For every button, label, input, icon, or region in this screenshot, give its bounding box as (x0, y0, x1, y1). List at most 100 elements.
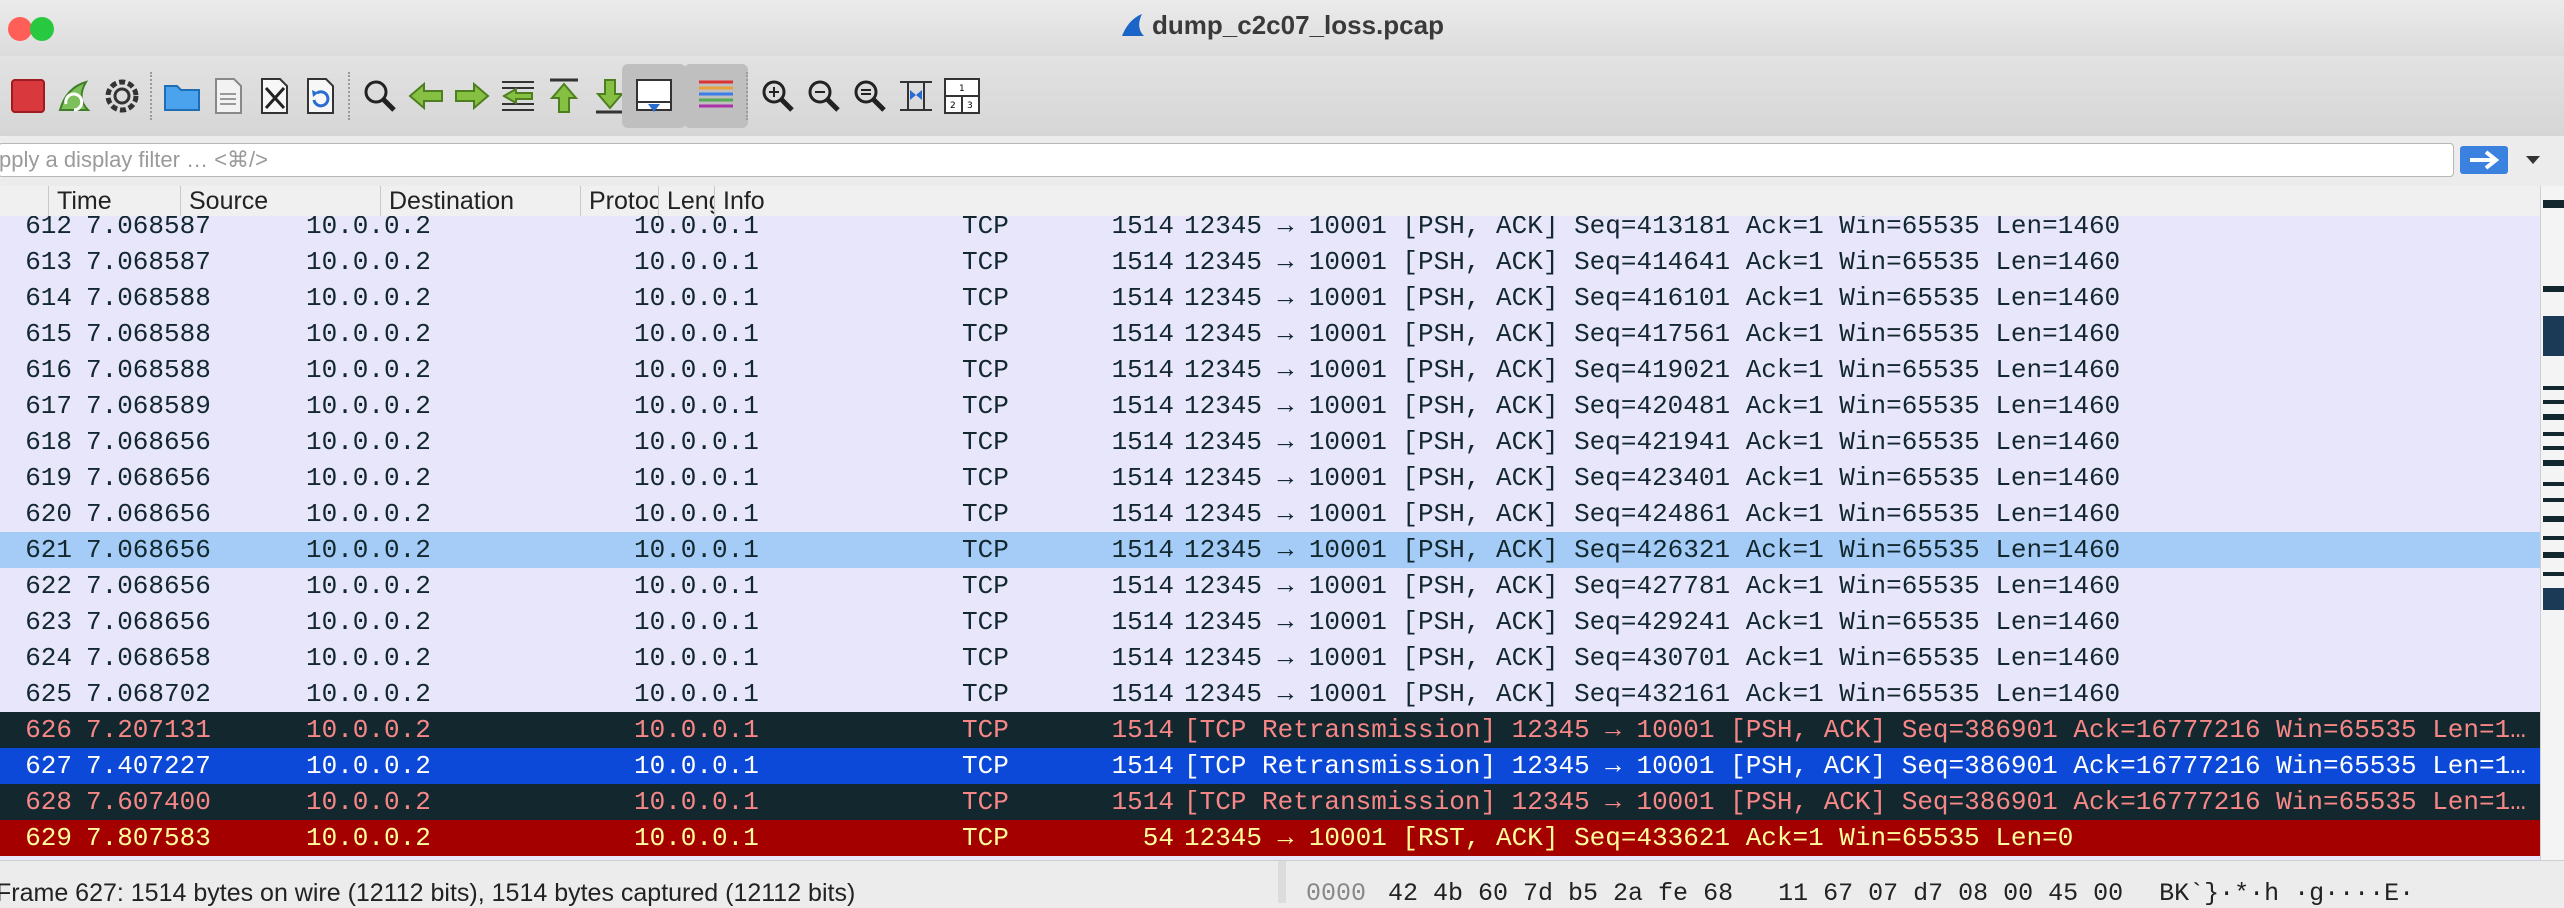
packet-bytes-line[interactable]: 0000 42 4b 60 7d b5 2a fe 68 11 67 07 d7 … (1306, 879, 2414, 908)
packet-destination-cell: 10.0.0.1 (634, 283, 759, 313)
packet-protocol-cell: TCP (962, 283, 1009, 313)
packet-row[interactable]: 619 7.068656 10.0.0.2 10.0.0.1 TCP 1514 12345 … (0, 460, 2540, 496)
packet-row[interactable]: 621 7.068656 10.0.0.2 10.0.0.1 TCP 1514 12345 … (0, 532, 2540, 568)
packet-row[interactable]: 615 7.068588 10.0.0.2 10.0.0.1 TCP 1514 12345 … (0, 316, 2540, 352)
auto-scroll-icon (636, 79, 672, 112)
status-bar: Frame 627: 1514 bytes on wire (12112 bit… (0, 860, 2564, 908)
packet-time-cell: 7.068587 (86, 216, 211, 241)
packet-row[interactable]: 612 7.068587 10.0.0.2 10.0.0.1 TCP 1514 12345 … (0, 216, 2540, 244)
packet-protocol-cell: TCP (962, 355, 1009, 385)
packet-row[interactable]: 616 7.068588 10.0.0.2 10.0.0.1 TCP 1514 12345 … (0, 352, 2540, 388)
packet-destination-cell: 10.0.0.1 (634, 679, 759, 709)
packet-no-cell: 624 (25, 643, 72, 673)
reload-file-button[interactable] (288, 64, 352, 128)
window-title-wrap: dump_c2c07_loss.pcap (0, 10, 2564, 41)
packet-row[interactable]: 620 7.068656 10.0.0.2 10.0.0.1 TCP 1514 12345 … (0, 496, 2540, 532)
packet-protocol-cell: TCP (962, 715, 1009, 745)
column-header-info[interactable]: Info (714, 186, 2540, 216)
packet-row[interactable]: 623 7.068656 10.0.0.2 10.0.0.1 TCP 1514 12345 … (0, 604, 2540, 640)
packet-source-cell: 10.0.0.2 (306, 751, 431, 781)
packet-destination-cell: 10.0.0.1 (634, 715, 759, 745)
packet-no-cell: 620 (25, 499, 72, 529)
packet-length-cell: 1514 (1111, 787, 1174, 817)
packet-row[interactable]: 629 7.807583 10.0.0.2 10.0.0.1 TCP 54 12345 → … (0, 820, 2540, 856)
packet-protocol-cell: TCP (962, 751, 1009, 781)
packet-no-cell: 612 (25, 216, 72, 241)
packet-time-cell: 7.068588 (86, 319, 211, 349)
packet-time-cell: 7.068656 (86, 463, 211, 493)
packet-time-cell: 7.068588 (86, 355, 211, 385)
packet-row[interactable]: 625 7.068702 10.0.0.2 10.0.0.1 TCP 1514 12345 … (0, 676, 2540, 712)
packet-no-cell: 615 (25, 319, 72, 349)
packet-info-cell: [TCP Retransmission] 12345 → 10001 [PSH,… (1184, 787, 2526, 817)
packet-row[interactable]: 613 7.068587 10.0.0.2 10.0.0.1 TCP 1514 12345 … (0, 244, 2540, 280)
packet-row[interactable]: 622 7.068656 10.0.0.2 10.0.0.1 TCP 1514 12345 … (0, 568, 2540, 604)
packet-destination-cell: 10.0.0.1 (634, 319, 759, 349)
packet-destination-cell: 10.0.0.1 (634, 247, 759, 277)
packet-length-cell: 1514 (1111, 751, 1174, 781)
svg-text:2: 2 (950, 101, 956, 111)
colorize-button[interactable] (684, 64, 748, 128)
scroll-mark (2543, 498, 2564, 502)
packet-info-cell: 12345 → 10001 [PSH, ACK] Seq=419021 Ack=… (1184, 355, 2121, 385)
column-header-protocol[interactable]: Protocol (580, 186, 658, 216)
packet-row[interactable]: 614 7.068588 10.0.0.2 10.0.0.1 TCP 1514 12345 … (0, 280, 2540, 316)
packet-row[interactable]: 627 7.407227 10.0.0.2 10.0.0.1 TCP 1514 [TCP R… (0, 748, 2540, 784)
packet-row[interactable]: 617 7.068589 10.0.0.2 10.0.0.1 TCP 1514 12345 … (0, 388, 2540, 424)
packet-no-cell: 619 (25, 463, 72, 493)
packet-length-cell: 1514 (1111, 463, 1174, 493)
packet-row[interactable]: 626 7.207131 10.0.0.2 10.0.0.1 TCP 1514 [TCP R… (0, 712, 2540, 748)
pane-splitter[interactable] (1278, 861, 1286, 903)
packet-row[interactable]: 618 7.068656 10.0.0.2 10.0.0.1 TCP 1514 12345 … (0, 424, 2540, 460)
packet-source-cell: 10.0.0.2 (306, 643, 431, 673)
scroll-mark (2543, 446, 2564, 450)
packet-length-cell: 1514 (1111, 643, 1174, 673)
packet-info-cell: 12345 → 10001 [PSH, ACK] Seq=421941 Ack=… (1184, 427, 2121, 457)
packet-info-cell: 12345 → 10001 [PSH, ACK] Seq=416101 Ack=… (1184, 283, 2121, 313)
auto-scroll-button[interactable] (622, 64, 686, 128)
packet-info-cell: [TCP Retransmission] 12345 → 10001 [PSH,… (1184, 751, 2526, 781)
packet-time-cell: 7.068588 (86, 283, 211, 313)
apply-filter-button[interactable] (2460, 146, 2508, 174)
packet-info-cell: 12345 → 10001 [PSH, ACK] Seq=426321 Ack=… (1184, 535, 2121, 565)
packet-info-cell: 12345 → 10001 [RST, ACK] Seq=433621 Ack=… (1184, 823, 2074, 853)
gear-icon (105, 79, 139, 113)
packet-time-cell: 7.068656 (86, 535, 211, 565)
packet-length-cell: 1514 (1111, 391, 1174, 421)
packet-time-cell: 7.068656 (86, 607, 211, 637)
packet-time-cell: 7.607400 (86, 787, 211, 817)
packet-no-cell: 614 (25, 283, 72, 313)
column-header-length[interactable]: Length (658, 186, 714, 216)
packet-destination-cell: 10.0.0.1 (634, 787, 759, 817)
svg-text:1: 1 (959, 84, 965, 94)
packet-info-cell: 12345 → 10001 [PSH, ACK] Seq=427781 Ack=… (1184, 571, 2121, 601)
packet-length-cell: 1514 (1111, 679, 1174, 709)
filter-history-dropdown[interactable] (2518, 146, 2548, 174)
column-header-destination[interactable]: Destination (380, 186, 580, 216)
display-filter-input[interactable] (0, 143, 2454, 177)
packet-info-cell: 12345 → 10001 [PSH, ACK] Seq=413181 Ack=… (1184, 216, 2121, 241)
packet-source-cell: 10.0.0.2 (306, 823, 431, 853)
layout-button[interactable]: 12 3 (930, 64, 994, 128)
packet-list-scrollbar[interactable] (2540, 186, 2564, 860)
packet-details-summary[interactable]: Frame 627: 1514 bytes on wire (12112 bit… (0, 879, 855, 908)
packet-length-cell: 1514 (1111, 607, 1174, 637)
packet-destination-cell: 10.0.0.1 (634, 643, 759, 673)
packet-length-cell: 54 (1142, 823, 1174, 853)
packet-time-cell: 7.807583 (86, 823, 211, 853)
main-toolbar: 12 3 (0, 56, 2564, 136)
packet-row[interactable]: 624 7.068658 10.0.0.2 10.0.0.1 TCP 1514 12345 … (0, 640, 2540, 676)
column-header-no[interactable] (0, 186, 48, 216)
capture-options-button[interactable] (90, 64, 154, 128)
packet-protocol-cell: TCP (962, 823, 1009, 853)
bytes-offset: 0000 (1306, 879, 1367, 908)
column-header-time[interactable]: Time (48, 186, 180, 216)
packet-no-cell: 616 (25, 355, 72, 385)
scroll-mark (2543, 536, 2564, 540)
packet-info-cell: [TCP Retransmission] 12345 → 10001 [PSH,… (1184, 715, 2526, 745)
scroll-mark (2543, 460, 2564, 466)
column-header-source[interactable]: Source (180, 186, 380, 216)
packet-row[interactable]: 628 7.607400 10.0.0.2 10.0.0.1 TCP 1514 [TCP R… (0, 784, 2540, 820)
packet-protocol-cell: TCP (962, 787, 1009, 817)
packet-no-cell: 617 (25, 391, 72, 421)
